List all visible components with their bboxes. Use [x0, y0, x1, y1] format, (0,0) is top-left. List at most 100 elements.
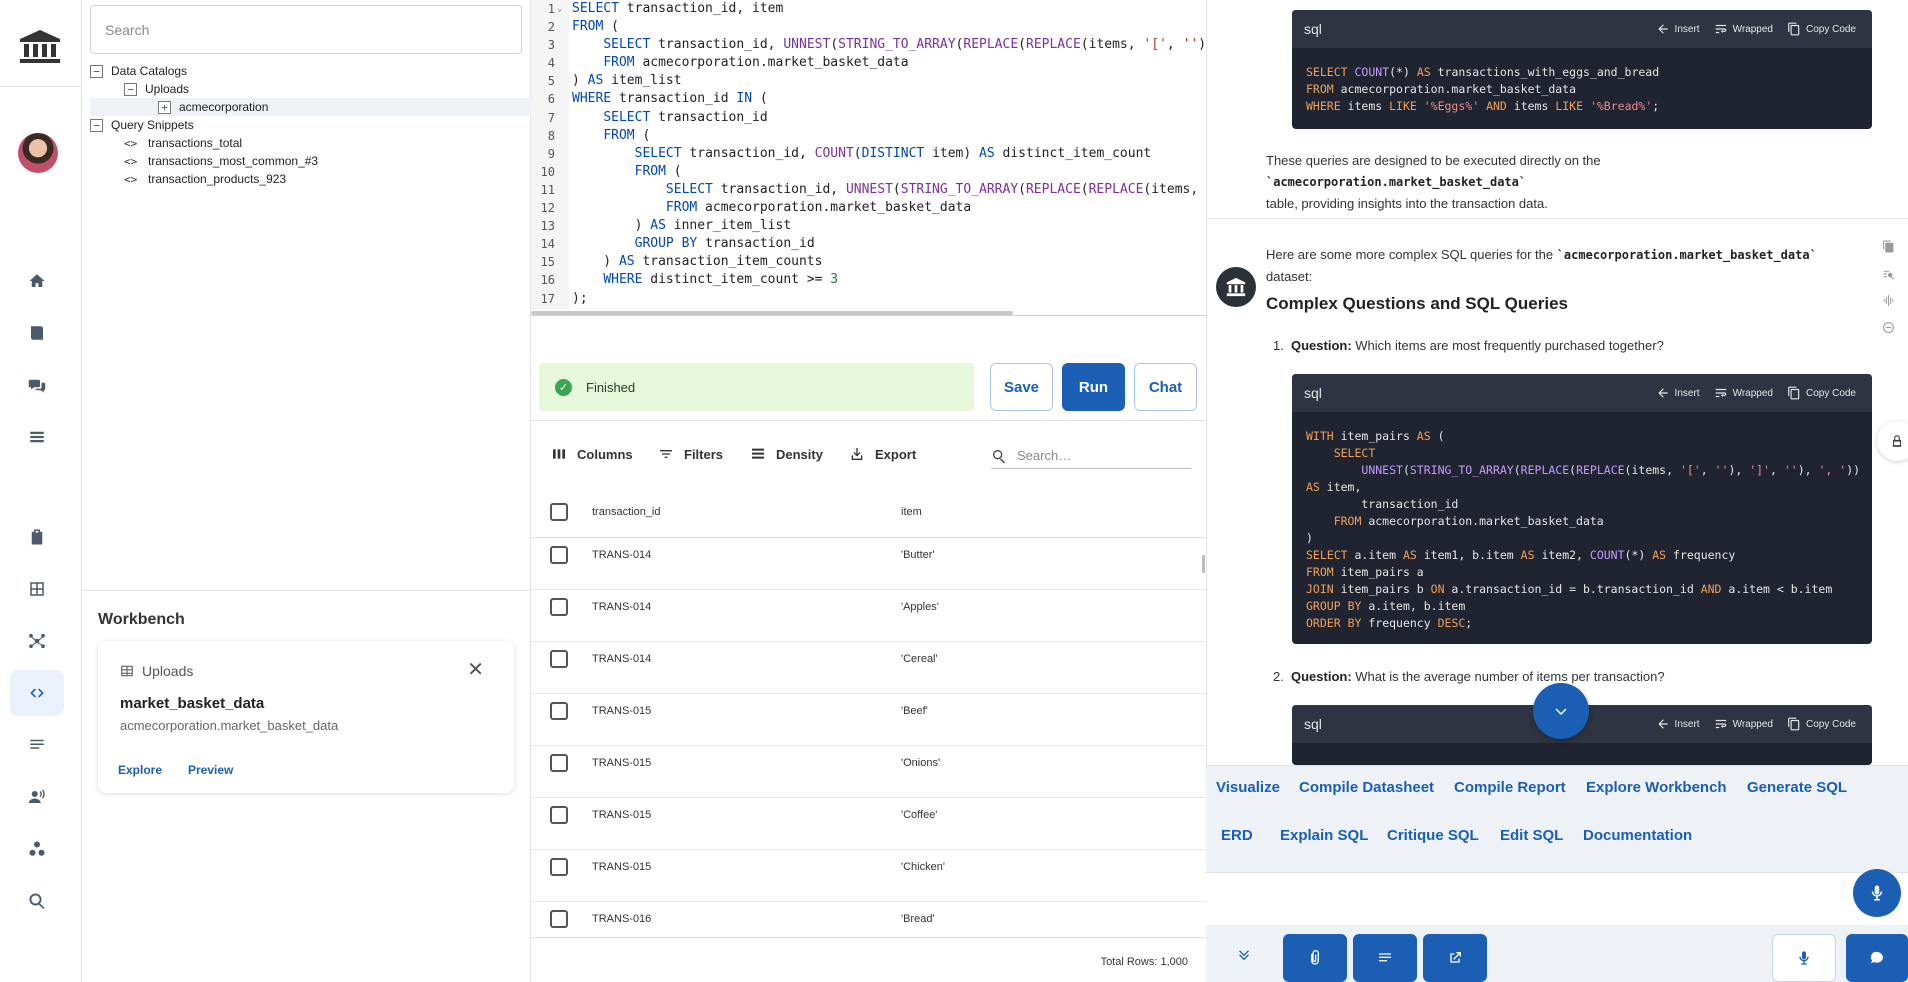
cluster-icon[interactable]: [10, 826, 64, 872]
horizontal-scrollbar[interactable]: [531, 311, 1013, 315]
voice-input-button[interactable]: [1853, 869, 1901, 917]
action-explain-sql[interactable]: Explain SQL: [1280, 827, 1368, 844]
insert-button[interactable]: Insert: [1656, 386, 1700, 400]
grid-search-input[interactable]: Search…: [991, 443, 1191, 469]
filters-button[interactable]: Filters: [658, 446, 723, 462]
chat-input[interactable]: [1206, 872, 1908, 925]
tree-item-snippet[interactable]: <> transactions_most_common_#3: [90, 152, 531, 170]
collapse-icon[interactable]: −: [124, 82, 137, 96]
cell-item: 'Bread': [901, 913, 935, 925]
close-icon[interactable]: ✕: [467, 657, 484, 682]
search-message-icon[interactable]: [1882, 268, 1896, 286]
double-chevron-down-icon[interactable]: [1236, 947, 1252, 968]
clipboard-icon[interactable]: [10, 514, 64, 560]
chat-support-button[interactable]: [1846, 934, 1908, 982]
action-erd[interactable]: ERD: [1221, 827, 1253, 844]
wrapped-toggle[interactable]: Wrapped: [1714, 386, 1773, 400]
action-edit-sql[interactable]: Edit SQL: [1500, 827, 1563, 844]
copy-message-icon[interactable]: [1882, 240, 1896, 258]
scroll-down-button[interactable]: [1533, 683, 1589, 739]
action-documentation[interactable]: Documentation: [1583, 827, 1692, 844]
microphone-button[interactable]: [1772, 934, 1836, 982]
row-checkbox[interactable]: [550, 650, 568, 668]
columns-button[interactable]: Columns: [551, 446, 633, 462]
notes-button[interactable]: [1353, 934, 1417, 982]
code-icon[interactable]: [10, 670, 64, 716]
table-row[interactable]: TRANS-015 'Chicken': [531, 850, 1206, 902]
open-external-button[interactable]: [1423, 934, 1487, 982]
chat-paragraph: These queries are designed to be execute…: [1266, 150, 1856, 214]
sql-editor[interactable]: 1 ⌄ SELECT transaction_id, item 2 FROM (3 SE…: [531, 0, 1206, 316]
bank-logo-icon[interactable]: [18, 28, 62, 64]
table-row[interactable]: TRANS-014 'Butter': [531, 538, 1206, 590]
search-globe-icon[interactable]: [10, 878, 64, 924]
explorer-search-input[interactable]: Search: [90, 5, 522, 54]
table-row[interactable]: TRANS-014 'Cereal': [531, 642, 1206, 694]
run-button[interactable]: Run: [1062, 363, 1125, 411]
fold-icon[interactable]: ⌄: [557, 0, 567, 18]
attach-button[interactable]: [1283, 934, 1347, 982]
column-header-transaction-id[interactable]: transaction_id: [592, 506, 661, 518]
voice-person-icon[interactable]: [10, 774, 64, 820]
save-button[interactable]: Save: [990, 363, 1053, 411]
table-row[interactable]: TRANS-015 'Beef': [531, 694, 1206, 746]
tree-item-data-catalogs[interactable]: − Data Catalogs: [90, 62, 531, 80]
code-text: FROM (: [603, 127, 651, 143]
book-icon[interactable]: [10, 310, 64, 356]
row-checkbox[interactable]: [550, 858, 568, 876]
row-checkbox[interactable]: [550, 754, 568, 772]
tree-item-uploads[interactable]: − Uploads: [90, 80, 531, 98]
grid-icon[interactable]: [10, 566, 64, 612]
list-icon[interactable]: [10, 414, 64, 460]
audio-waveform-icon[interactable]: [1882, 294, 1896, 312]
density-button[interactable]: Density: [750, 446, 823, 462]
expand-icon[interactable]: +: [158, 100, 171, 114]
row-checkbox[interactable]: [550, 598, 568, 616]
arrow-left-icon: [1657, 388, 1668, 398]
action-explore-workbench[interactable]: Explore Workbench: [1586, 779, 1727, 796]
tree-item-snippet[interactable]: <> transactions_total: [90, 134, 531, 152]
table-row[interactable]: TRANS-015 'Onions': [531, 746, 1206, 798]
code-text: ) AS inner_item_list: [572, 218, 792, 234]
chat-button[interactable]: Chat: [1134, 363, 1197, 411]
action-generate-sql[interactable]: Generate SQL: [1747, 779, 1847, 796]
tree-item-snippet[interactable]: <> transaction_products_923: [90, 170, 531, 188]
preview-link[interactable]: Preview: [188, 763, 233, 777]
row-checkbox[interactable]: [550, 910, 568, 928]
tree-item-query-snippets[interactable]: − Query Snippets: [90, 116, 531, 134]
code-text: FROM acmecorporation.market_basket_data: [603, 55, 909, 71]
explore-link[interactable]: Explore: [118, 763, 162, 777]
row-checkbox[interactable]: [550, 702, 568, 720]
export-button[interactable]: Export: [849, 446, 916, 462]
text-lines-icon[interactable]: [10, 722, 64, 768]
home-icon[interactable]: [10, 258, 64, 304]
action-compile-datasheet[interactable]: Compile Datasheet: [1299, 779, 1434, 796]
column-header-item[interactable]: item: [901, 506, 922, 518]
tree-item-acmecorporation[interactable]: + acmecorporation: [90, 98, 531, 116]
cell-item: 'Apples': [901, 601, 939, 613]
select-all-checkbox[interactable]: [550, 503, 568, 521]
action-critique-sql[interactable]: Critique SQL: [1387, 827, 1479, 844]
wrapped-toggle[interactable]: Wrapped: [1714, 22, 1773, 36]
network-icon[interactable]: [10, 618, 64, 664]
insert-button[interactable]: Insert: [1656, 717, 1700, 731]
code-block-tools: Insert Wrapped Copy Code: [1656, 10, 1856, 48]
table-row[interactable]: TRANS-015 'Coffee': [531, 798, 1206, 850]
copy-code-button[interactable]: Copy Code: [1787, 717, 1856, 731]
copy-code-button[interactable]: Copy Code: [1787, 22, 1856, 36]
row-checkbox[interactable]: [550, 806, 568, 824]
minus-circle-icon[interactable]: [1882, 321, 1896, 339]
wrapped-toggle[interactable]: Wrapped: [1714, 717, 1773, 731]
vertical-scrollbar[interactable]: [1202, 555, 1205, 573]
collapse-icon[interactable]: −: [90, 118, 103, 132]
insert-button[interactable]: Insert: [1656, 22, 1700, 36]
action-visualize[interactable]: Visualize: [1216, 779, 1280, 796]
table-row[interactable]: TRANS-016 'Bread': [531, 902, 1206, 928]
chat-bubbles-icon[interactable]: [10, 362, 64, 408]
row-checkbox[interactable]: [550, 546, 568, 564]
collapse-icon[interactable]: −: [90, 64, 103, 78]
action-compile-report[interactable]: Compile Report: [1454, 779, 1566, 796]
table-row[interactable]: TRANS-014 'Apples': [531, 590, 1206, 642]
copy-code-button[interactable]: Copy Code: [1787, 386, 1856, 400]
user-avatar[interactable]: [18, 133, 58, 173]
